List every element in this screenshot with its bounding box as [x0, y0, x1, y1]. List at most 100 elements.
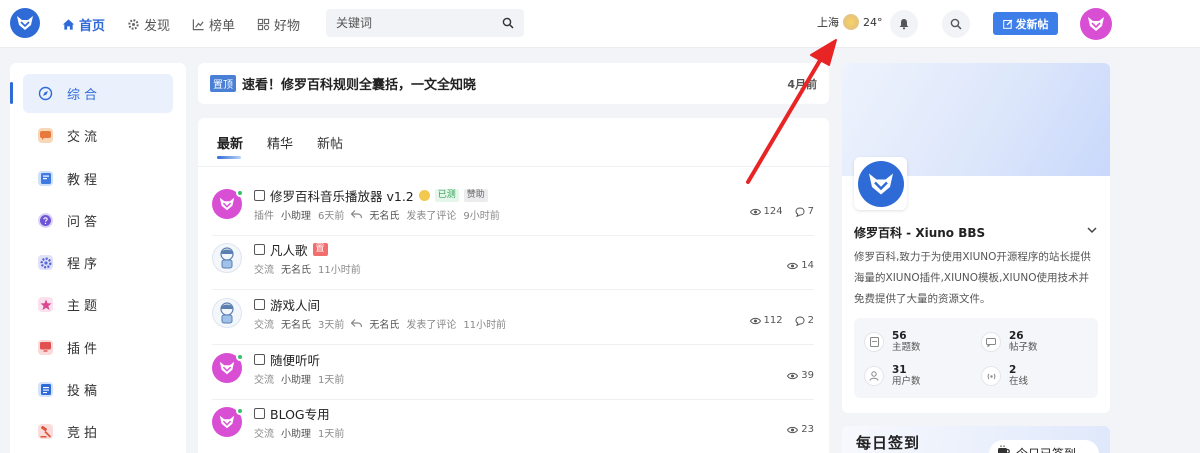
star-icon — [38, 297, 53, 313]
eye-icon — [787, 262, 799, 269]
thread-title[interactable]: 随便听听 — [270, 350, 320, 369]
eye-icon — [787, 426, 799, 433]
notification-button[interactable] — [890, 10, 918, 38]
reply-icon — [351, 319, 363, 328]
thread-author[interactable]: 无名氏 — [281, 316, 311, 331]
sidebar-item-label: 程序 — [67, 257, 102, 273]
fox-avatar-icon — [219, 415, 235, 429]
nav-goods[interactable]: 好物 — [257, 15, 300, 34]
stat-online: 2 在线 — [981, 364, 1028, 388]
pinned-notice[interactable]: 置顶 速看！修罗百科规则全囊括，一文全知晓 4月前 — [198, 63, 829, 104]
site-logo[interactable] — [10, 8, 40, 38]
thread-forum[interactable]: 交流 — [254, 261, 274, 276]
nav-ranking[interactable]: 榜单 — [192, 15, 235, 34]
select-checkbox[interactable] — [254, 299, 265, 310]
tab-featured[interactable]: 精华 — [267, 133, 293, 152]
avatar[interactable] — [212, 243, 242, 273]
thread-title-row: 凡人歌 置 — [254, 240, 328, 259]
stat-number: 2 — [1009, 364, 1017, 376]
category-sidebar: 综合 交流 教程 问答 程序 主题 插件 投稿 竞拍 — [10, 63, 186, 453]
notice-title[interactable]: 速看！修罗百科规则全囊括，一文全知晓 — [242, 74, 476, 93]
thread-author[interactable]: 小助理 — [281, 425, 311, 440]
sidebar-item-qa[interactable]: 问答 — [23, 201, 173, 240]
sidebar-item-tutorial[interactable]: 教程 — [23, 159, 173, 198]
thread-forum[interactable]: 插件 — [254, 207, 274, 222]
last-replier[interactable]: 无名氏 — [369, 316, 399, 331]
edit-icon — [1002, 19, 1012, 29]
pinned-tag: 置顶 — [210, 75, 236, 92]
sidebar-item-auction[interactable]: 竞拍 — [23, 412, 173, 451]
tab-latest[interactable]: 最新 — [217, 133, 243, 159]
select-checkbox[interactable] — [254, 244, 265, 255]
thread-tabs: 最新 精华 新帖 — [217, 133, 343, 159]
weather-widget[interactable]: 上海 24° — [817, 14, 883, 30]
monitor-icon — [38, 339, 53, 355]
select-checkbox[interactable] — [254, 354, 265, 365]
avatar[interactable] — [212, 353, 244, 383]
home-icon — [62, 18, 75, 30]
thread-time: 1天前 — [318, 429, 345, 440]
search-icon[interactable] — [502, 17, 514, 29]
last-replier[interactable]: 无名氏 — [369, 207, 399, 222]
stat-number: 56 — [892, 330, 907, 342]
user-icon — [864, 366, 884, 386]
view-count: 23 — [801, 424, 814, 435]
signin-button-label: 今日已签到 — [1016, 445, 1076, 453]
tab-new[interactable]: 新帖 — [317, 133, 343, 152]
nav-discover[interactable]: 发现 — [127, 15, 170, 34]
thread-title[interactable]: 凡人歌 — [270, 240, 308, 259]
sponsor-badge: 赞助 — [463, 189, 488, 202]
thread-author[interactable]: 无名氏 — [281, 261, 311, 276]
thread-author[interactable]: 小助理 — [281, 371, 311, 386]
weather-city: 上海 — [817, 16, 839, 29]
search-icon — [950, 18, 962, 30]
coffee-icon — [998, 445, 1010, 453]
thread-title[interactable]: 修罗百科音乐播放器 v1.2 — [270, 186, 414, 205]
view-count: 124 — [763, 206, 783, 217]
reply-time: 9小时前 — [463, 211, 500, 222]
avatar[interactable] — [212, 298, 242, 328]
thread-author[interactable]: 小助理 — [281, 207, 311, 222]
stat-label: 主题数 — [892, 342, 921, 353]
select-checkbox[interactable] — [254, 190, 265, 201]
search-toggle-button[interactable] — [942, 10, 970, 38]
avatar[interactable] — [212, 189, 244, 219]
thread-forum[interactable]: 交流 — [254, 316, 274, 331]
search-input[interactable] — [336, 16, 502, 30]
signin-button[interactable]: 今日已签到 — [989, 440, 1099, 453]
chevron-down-icon[interactable] — [1086, 224, 1098, 236]
avatar[interactable] — [212, 407, 244, 437]
reply-time: 11小时前 — [463, 320, 507, 331]
new-post-label: 发新帖 — [1015, 17, 1049, 31]
pinned-badge: 置 — [312, 243, 328, 256]
sidebar-item-label: 综合 — [67, 88, 102, 103]
nav-home[interactable]: 首页 — [62, 15, 105, 34]
thread-title-row: 游戏人间 — [254, 295, 320, 314]
site-name: 修罗百科 - Xiuno BBS — [854, 226, 986, 240]
stat-users: 31 用户数 — [864, 364, 921, 388]
thread-forum[interactable]: 交流 — [254, 371, 274, 386]
sidebar-item-program[interactable]: 程序 — [23, 243, 173, 282]
thread-forum[interactable]: 交流 — [254, 425, 274, 440]
fox-avatar-icon — [1088, 17, 1104, 31]
chart-icon — [192, 18, 204, 30]
sidebar-item-label: 教程 — [67, 172, 102, 188]
thread-title[interactable]: BLOG专用 — [270, 404, 330, 423]
sidebar-item-plugin[interactable]: 插件 — [23, 328, 173, 367]
sidebar-item-submit[interactable]: 投稿 — [23, 370, 173, 409]
online-status-dot — [236, 353, 244, 361]
thread-meta: 交流 小助理 1天前 — [254, 371, 344, 386]
sidebar-item-chat[interactable]: 交流 — [23, 116, 173, 155]
user-avatar[interactable] — [1080, 8, 1112, 40]
chat-icon — [38, 128, 53, 144]
comment-icon — [795, 315, 805, 326]
thread-title[interactable]: 游戏人间 — [270, 295, 320, 314]
new-post-button[interactable]: 发新帖 — [993, 12, 1058, 35]
sidebar-item-theme[interactable]: 主题 — [23, 285, 173, 324]
thread-meta: 交流 小助理 1天前 — [254, 425, 344, 440]
thread-meta: 插件 小助理 6天前 无名氏 发表了评论 9小时前 — [254, 207, 500, 222]
gear-icon — [38, 255, 53, 271]
site-description: 修罗百科,致力于为使用XIUNO开源程序的站长提供海量的XIUNO插件,XIUN… — [854, 251, 1091, 305]
select-checkbox[interactable] — [254, 408, 265, 419]
sidebar-item-general[interactable]: 综合 — [10, 74, 173, 113]
